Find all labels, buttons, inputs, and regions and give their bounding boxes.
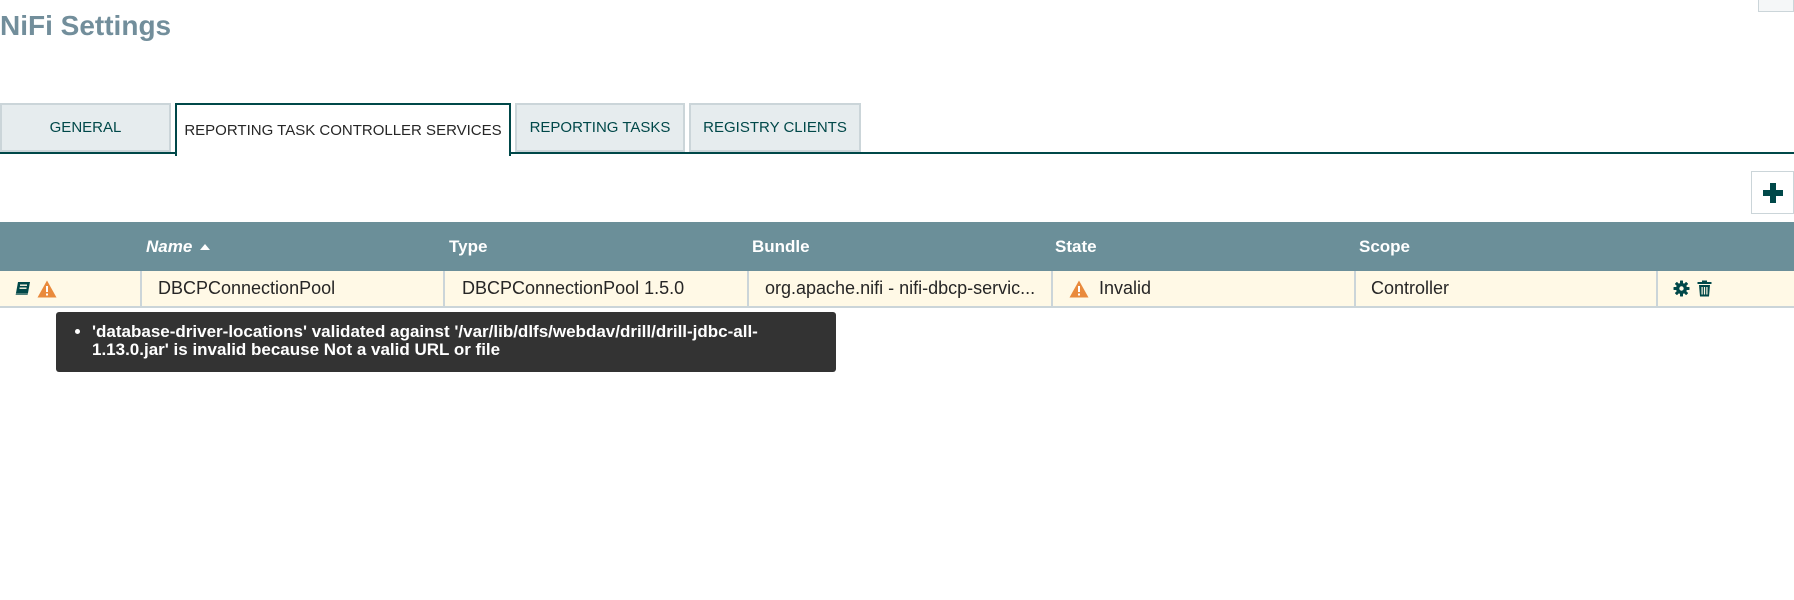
trash-icon[interactable] xyxy=(1696,280,1713,297)
corner-button[interactable] xyxy=(1758,0,1794,12)
column-header-bundle[interactable]: Bundle xyxy=(752,222,810,271)
table-header: Name Type Bundle State Scope xyxy=(0,222,1794,271)
cell-actions xyxy=(1656,271,1794,306)
tab-reporting-tasks[interactable]: REPORTING TASKS xyxy=(515,103,685,152)
cell-name: DBCPConnectionPool xyxy=(140,271,443,306)
column-header-name-label: Name xyxy=(146,236,193,256)
plus-icon xyxy=(1762,182,1783,203)
validation-errors-tooltip: 'database-driver-locations' validated ag… xyxy=(56,312,836,372)
cell-type: DBCPConnectionPool 1.5.0 xyxy=(443,271,747,306)
sort-ascending-icon xyxy=(200,244,211,250)
validation-error-item: 'database-driver-locations' validated ag… xyxy=(92,323,816,359)
tab-general[interactable]: GENERAL xyxy=(0,103,171,152)
warning-icon[interactable] xyxy=(37,280,57,298)
row-icons-cell xyxy=(0,271,140,306)
column-header-scope[interactable]: Scope xyxy=(1359,222,1410,271)
column-header-type[interactable]: Type xyxy=(449,222,487,271)
controller-services-table: Name Type Bundle State Scope DBCPConnect… xyxy=(0,222,1794,308)
settings-tabs: GENERAL REPORTING TASK CONTROLLER SERVIC… xyxy=(0,103,1794,156)
cell-state: Invalid xyxy=(1051,271,1354,306)
cell-bundle: org.apache.nifi - nifi-dbcp-servic... xyxy=(747,271,1051,306)
table-row[interactable]: DBCPConnectionPool DBCPConnectionPool 1.… xyxy=(0,271,1794,308)
column-header-state[interactable]: State xyxy=(1055,222,1097,271)
warning-icon[interactable] xyxy=(1069,280,1089,298)
tab-registry-clients[interactable]: REGISTRY CLIENTS xyxy=(689,103,861,152)
page-title: NiFi Settings xyxy=(0,10,172,41)
tab-reporting-task-controller-services[interactable]: REPORTING TASK CONTROLLER SERVICES xyxy=(175,103,511,156)
gear-icon[interactable] xyxy=(1673,280,1690,297)
book-icon[interactable] xyxy=(15,281,31,296)
column-header-name[interactable]: Name xyxy=(146,222,211,271)
cell-scope: Controller xyxy=(1354,271,1656,306)
add-controller-service-button[interactable] xyxy=(1751,171,1794,214)
state-label: Invalid xyxy=(1099,278,1152,298)
